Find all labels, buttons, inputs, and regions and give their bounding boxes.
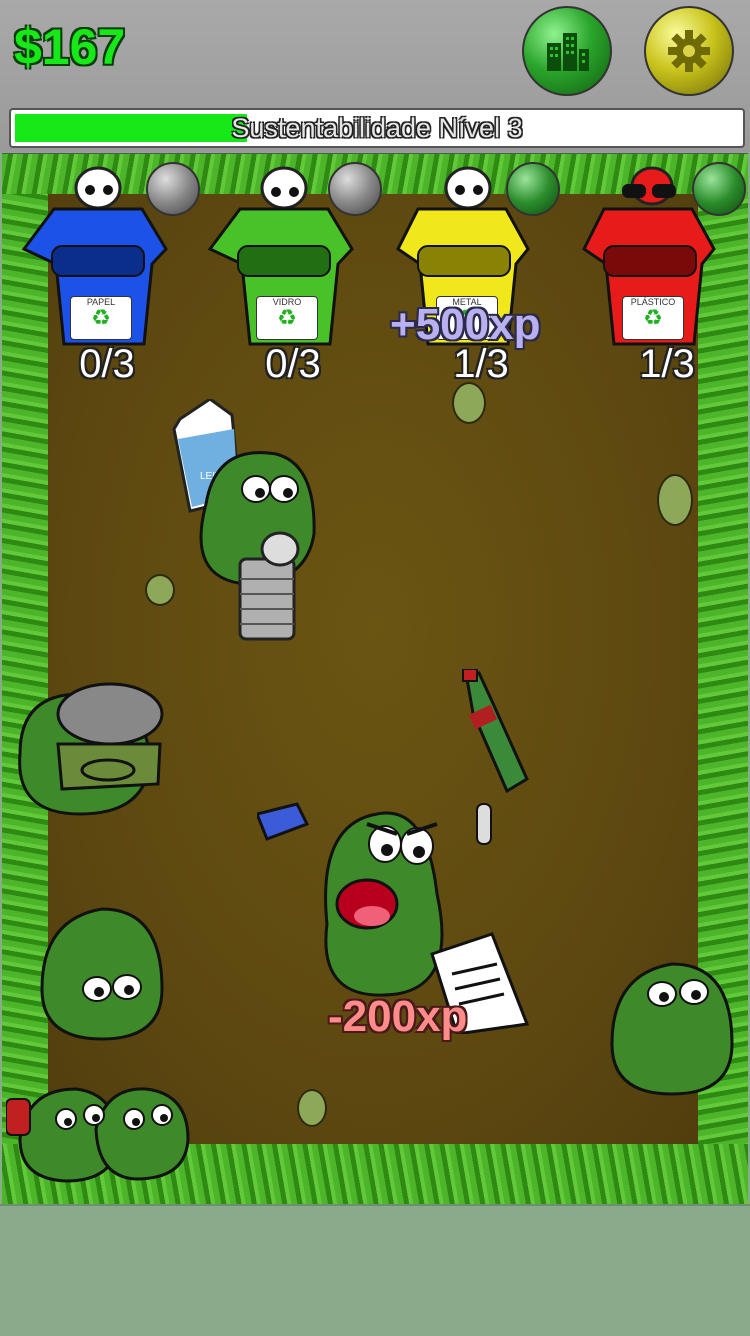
- city-button[interactable]: [522, 6, 612, 96]
- city-buildings-icon: [547, 33, 589, 71]
- bin-upgrade-button[interactable]: [692, 162, 746, 216]
- bin-glass[interactable]: VIDRO ♻ 0/3: [200, 154, 386, 394]
- trash-bag-monster-pair[interactable]: [6, 1069, 196, 1189]
- bin-plastic[interactable]: PLÁSTICO ♻ 1/3: [574, 154, 748, 394]
- bin-count: 0/3: [265, 342, 321, 386]
- top-hud: $167 Sustentabilidade Nível 3: [0, 0, 750, 152]
- settings-button[interactable]: [644, 6, 734, 96]
- bin-count: 1/3: [639, 342, 695, 386]
- money-counter: $167: [14, 19, 126, 75]
- recycle-icon: ♻: [91, 305, 111, 330]
- bin-label-tag: PAPEL ♻: [70, 296, 132, 340]
- xp-loss-text: -200xp: [328, 992, 468, 1041]
- bin-paper[interactable]: PAPEL ♻ 0/3: [14, 154, 200, 394]
- pebble: [657, 474, 693, 526]
- bin-label-tag: VIDRO ♻: [256, 296, 318, 340]
- recycle-icon: ♻: [643, 305, 663, 330]
- recycle-icon: ♻: [277, 305, 297, 330]
- trash-bag-monster[interactable]: [10, 674, 170, 824]
- bin-upgrade-button[interactable]: [328, 162, 382, 216]
- trash-bag-monster[interactable]: [602, 954, 742, 1104]
- bottom-panel: [0, 1204, 750, 1336]
- bin-label-tag: PLÁSTICO ♻: [622, 296, 684, 340]
- progress-label: Sustentabilidade Nível 3: [231, 113, 523, 143]
- soda-bottle[interactable]: [457, 669, 547, 799]
- pebble: [145, 574, 175, 606]
- sustainability-progress-bar: Sustentabilidade Nível 3: [9, 108, 745, 148]
- game-field[interactable]: PAPEL ♻ 0/3 VIDRO ♻ 0/3 METAL ♻ 1/3 PLÁS…: [2, 153, 748, 1204]
- bin-count: 0/3: [79, 342, 135, 386]
- tin-can[interactable]: [230, 529, 310, 649]
- pebble: [297, 1089, 327, 1127]
- bin-upgrade-button[interactable]: [146, 162, 200, 216]
- xp-gain-text: +500xp: [390, 300, 541, 349]
- bin-upgrade-button[interactable]: [506, 162, 560, 216]
- gear-icon: [668, 30, 710, 72]
- bin-metal[interactable]: METAL ♻ 1/3: [388, 154, 574, 394]
- trash-bag-monster[interactable]: [32, 899, 172, 1049]
